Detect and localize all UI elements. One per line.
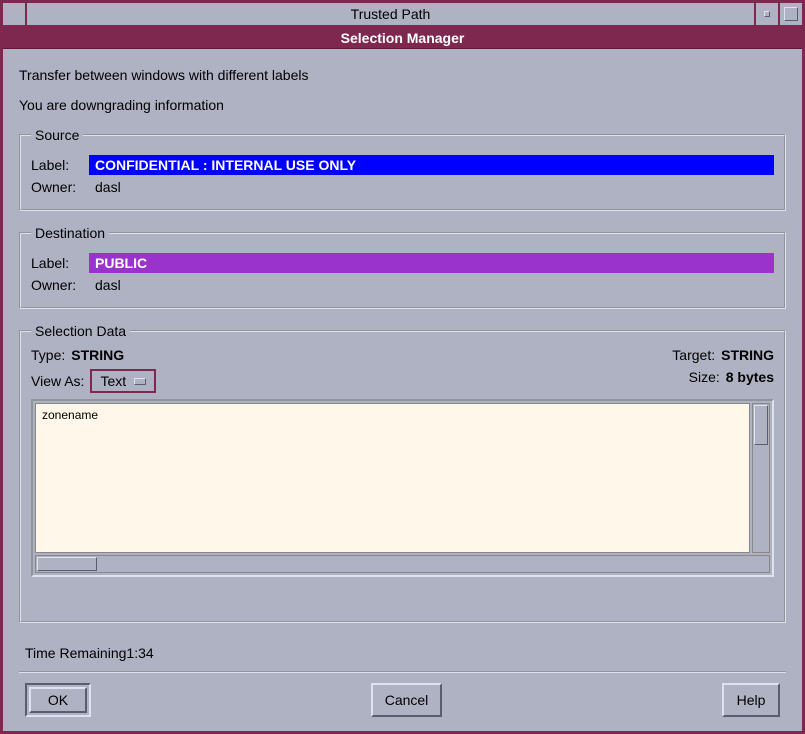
maximize-icon [784,7,798,21]
source-label-key: Label: [31,157,89,173]
titlebar[interactable]: Trusted Path [3,3,802,27]
type-value: STRING [71,347,124,363]
default-button-frame: OK [25,683,91,717]
cancel-button[interactable]: Cancel [371,683,443,717]
type-key: Type: [31,347,65,363]
source-label-badge: CONFIDENTIAL : INTERNAL USE ONLY [89,155,774,175]
selection-text-view[interactable]: zonename [35,403,750,553]
selection-data-group: Selection Data Type: STRING View As: Tex… [19,323,786,623]
dialog-subtitle: Selection Manager [3,27,802,49]
info-downgrading: You are downgrading information [19,97,786,113]
destination-group: Destination Label: PUBLIC Owner: dasl [19,225,786,309]
horizontal-scrollbar-thumb[interactable] [37,557,97,571]
target-value: STRING [721,347,774,363]
source-owner-key: Owner: [31,179,89,195]
destination-label-badge: PUBLIC [89,253,774,273]
option-menu-indicator-icon [134,378,146,385]
size-value: 8 bytes [726,369,774,385]
selection-text-area-wrap: zonename [31,399,774,577]
time-remaining: Time Remaining1:34 [25,645,780,661]
viewas-value: Text [100,373,126,389]
window-title: Trusted Path [27,3,754,25]
maximize-button[interactable] [778,3,802,25]
dialog-content: Transfer between windows with different … [3,49,802,731]
vertical-scrollbar-thumb[interactable] [754,405,768,445]
time-remaining-label: Time Remaining [25,645,126,661]
destination-label-key: Label: [31,255,89,271]
button-separator [19,671,786,673]
info-transfer: Transfer between windows with different … [19,67,786,83]
viewas-key: View As: [31,373,84,389]
size-key: Size: [689,369,720,385]
button-row: OK Cancel Help [19,683,786,719]
window-menu-button[interactable] [3,3,27,25]
trusted-path-window: Trusted Path Selection Manager Transfer … [0,0,805,734]
viewas-option-menu[interactable]: Text [90,369,156,393]
minimize-icon [764,11,770,17]
ok-button[interactable]: OK [29,687,87,713]
selection-data-legend: Selection Data [31,323,130,339]
source-owner-value: dasl [89,179,121,195]
destination-legend: Destination [31,225,109,241]
help-button[interactable]: Help [722,683,780,717]
destination-owner-value: dasl [89,277,121,293]
source-group: Source Label: CONFIDENTIAL : INTERNAL US… [19,127,786,211]
minimize-button[interactable] [754,3,778,25]
vertical-scrollbar[interactable] [752,403,770,553]
destination-owner-key: Owner: [31,277,89,293]
source-legend: Source [31,127,83,143]
horizontal-scrollbar[interactable] [35,555,770,573]
target-key: Target: [672,347,715,363]
time-remaining-value: 1:34 [126,645,153,661]
